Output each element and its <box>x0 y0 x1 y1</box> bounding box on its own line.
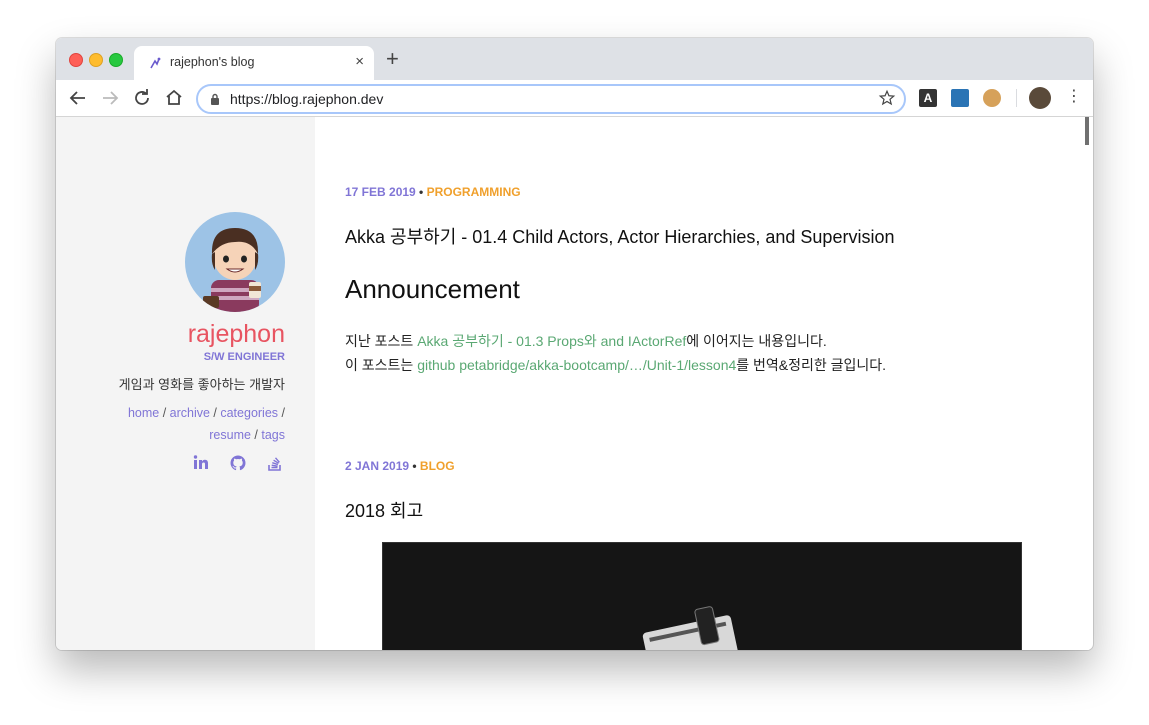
post-title-link[interactable]: Akka 공부하기 - 01.4 Child Actors, Actor Hie… <box>345 223 894 249</box>
github-source-link[interactable]: github petabridge/akka-bootcamp/…/Unit-1… <box>417 357 736 373</box>
meta-separator: • <box>409 459 420 473</box>
text-span: 를 번역&정리한 글입니다. <box>736 357 887 373</box>
blog-favicon-icon <box>150 57 161 69</box>
page-scrollbar[interactable] <box>1085 117 1089 650</box>
nav-link-archive[interactable]: archive <box>170 406 210 420</box>
lock-icon[interactable] <box>210 93 220 105</box>
post-paragraph-line: 이 포스트는 github petabridge/akka-bootcamp/…… <box>345 355 886 375</box>
sidebar-nav-row-2: resume / tags <box>209 428 285 442</box>
author-role: S/W ENGINEER <box>203 351 285 363</box>
blog-sidebar: rajephon S/W ENGINEER 게임과 영화를 좋아하는 개발자 h… <box>56 117 315 650</box>
back-arrow-icon[interactable] <box>66 86 90 110</box>
text-span: 지난 포스트 <box>345 333 418 349</box>
post-cover-image <box>382 542 1022 650</box>
author-avatar <box>185 212 285 312</box>
nav-link-resume[interactable]: resume <box>209 428 251 442</box>
sidebar-nav-row-1: home / archive / categories / <box>128 406 285 420</box>
post-meta: 2 JAN 2019 • BLOG <box>345 459 455 473</box>
post-meta: 17 FEB 2019 • PROGRAMMING <box>345 185 521 199</box>
main-content: 17 FEB 2019 • PROGRAMMING Akka 공부하기 - 01… <box>315 117 1089 650</box>
nav-separator: / <box>278 406 285 420</box>
cover-image-notebook-shape <box>642 606 738 650</box>
post-heading: Announcement <box>345 274 520 304</box>
nav-separator: / <box>209 406 221 420</box>
url-text[interactable]: https://blog.rajephon.dev <box>230 91 383 107</box>
nav-link-categories[interactable]: categories <box>220 406 278 420</box>
nav-link-tags[interactable]: tags <box>261 428 285 442</box>
window-minimize-button[interactable] <box>89 53 103 67</box>
profile-avatar[interactable] <box>1029 87 1051 109</box>
window-close-button[interactable] <box>69 53 83 67</box>
previous-post-link[interactable]: Akka 공부하기 - 01.3 Props와 and IActorRef <box>417 333 686 349</box>
bookmark-star-icon[interactable] <box>878 89 896 107</box>
nav-link-home[interactable]: home <box>128 406 159 420</box>
nav-separator: / <box>159 406 170 420</box>
cookie-extension-icon[interactable] <box>983 89 1001 107</box>
tab-close-icon[interactable]: × <box>355 53 364 70</box>
forward-arrow-icon[interactable] <box>98 86 122 110</box>
scrollbar-thumb[interactable] <box>1085 117 1089 145</box>
tab-strip: rajephon's blog × + <box>56 38 1093 80</box>
reload-icon[interactable] <box>130 86 154 110</box>
post-date: 2 JAN 2019 <box>345 459 410 473</box>
address-bar[interactable]: https://blog.rajephon.dev <box>196 84 906 114</box>
stackoverflow-icon[interactable] <box>266 454 284 472</box>
toolbar-divider <box>1016 89 1017 107</box>
browser-toolbar: https://blog.rajephon.dev A ⋮ <box>56 80 1093 117</box>
text-span: 이 포스트는 <box>345 357 418 373</box>
window-maximize-button[interactable] <box>109 53 123 67</box>
github-icon[interactable] <box>229 454 247 472</box>
post-date: 17 FEB 2019 <box>345 185 416 199</box>
author-description: 게임과 영화를 좋아하는 개발자 <box>118 377 285 392</box>
tab-title: rajephon's blog <box>170 55 255 69</box>
tab-rajephon-blog[interactable]: rajephon's blog × <box>134 46 374 80</box>
post-category-link[interactable]: BLOG <box>420 459 455 473</box>
linkedin-icon[interactable] <box>192 454 210 472</box>
text-span: 에 이어지는 내용입니다. <box>686 333 827 349</box>
site-author-name[interactable]: rajephon <box>188 320 285 349</box>
post-title-link[interactable]: 2018 회고 <box>345 497 423 523</box>
extension-a-icon[interactable]: A <box>919 89 937 107</box>
page-viewport: rajephon S/W ENGINEER 게임과 영화를 좋아하는 개발자 h… <box>56 117 1093 650</box>
post-category-link[interactable]: PROGRAMMING <box>427 185 521 199</box>
post-paragraph-line: 지난 포스트 Akka 공부하기 - 01.3 Props와 and IActo… <box>345 331 827 351</box>
home-icon[interactable] <box>162 86 186 110</box>
new-tab-button[interactable]: + <box>386 48 399 70</box>
browser-window: rajephon's blog × + https://blog.rajepho… <box>56 38 1093 650</box>
meta-separator: • <box>415 185 427 199</box>
extension-translate-icon[interactable] <box>951 89 969 107</box>
browser-menu-icon[interactable]: ⋮ <box>1066 88 1082 106</box>
nav-separator: / <box>250 428 262 442</box>
